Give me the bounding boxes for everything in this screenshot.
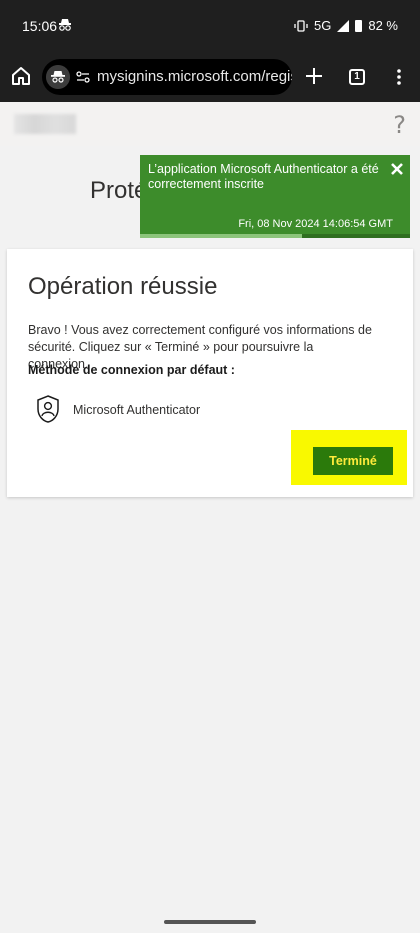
toast-timestamp: Fri, 08 Nov 2024 14:06:54 GMT [238, 218, 393, 230]
account-name-redacted [14, 114, 76, 134]
close-icon[interactable] [390, 162, 404, 176]
page-header: ? [0, 102, 420, 146]
toast-progress-fill [140, 234, 302, 238]
status-indicators: 5G 82 % [294, 18, 398, 33]
toast-message: L’application Microsoft Authenticator a … [148, 162, 379, 191]
vibrate-icon [294, 19, 308, 32]
help-icon[interactable]: ? [393, 111, 406, 139]
home-icon[interactable] [10, 65, 32, 87]
done-button[interactable]: Terminé [313, 447, 393, 475]
status-bar: 15:06 5G 82 % [0, 0, 420, 52]
network-label: 5G [314, 18, 332, 33]
site-settings-icon[interactable] [76, 70, 90, 84]
default-method-name: Microsoft Authenticator [73, 403, 201, 417]
default-method-title: Méthode de connexion par défaut : [28, 363, 235, 377]
tab-switcher-button[interactable]: 1 [349, 69, 365, 85]
address-bar[interactable]: mysignins.microsoft.com/regis [42, 59, 292, 95]
status-time: 15:06 [22, 18, 58, 34]
new-tab-icon[interactable] [303, 65, 325, 87]
more-menu-icon[interactable] [397, 69, 401, 85]
authenticator-lock-icon [37, 395, 59, 423]
page-title: Proté [90, 177, 148, 204]
card-title: Opération réussie [28, 273, 218, 300]
incognito-icon [59, 19, 71, 31]
toast-progress-bar [140, 234, 410, 238]
incognito-badge-icon [46, 65, 70, 89]
battery-icon [355, 19, 363, 32]
browser-toolbar: mysignins.microsoft.com/regis 1 [0, 52, 420, 102]
battery-level: 82 % [368, 18, 398, 33]
url-text[interactable]: mysignins.microsoft.com/regis [97, 68, 292, 85]
success-card: Opération réussie Bravo ! Vous avez corr… [7, 249, 413, 497]
success-toast: L’application Microsoft Authenticator a … [140, 155, 410, 238]
signal-icon [337, 19, 350, 32]
gesture-bar[interactable] [164, 920, 256, 924]
